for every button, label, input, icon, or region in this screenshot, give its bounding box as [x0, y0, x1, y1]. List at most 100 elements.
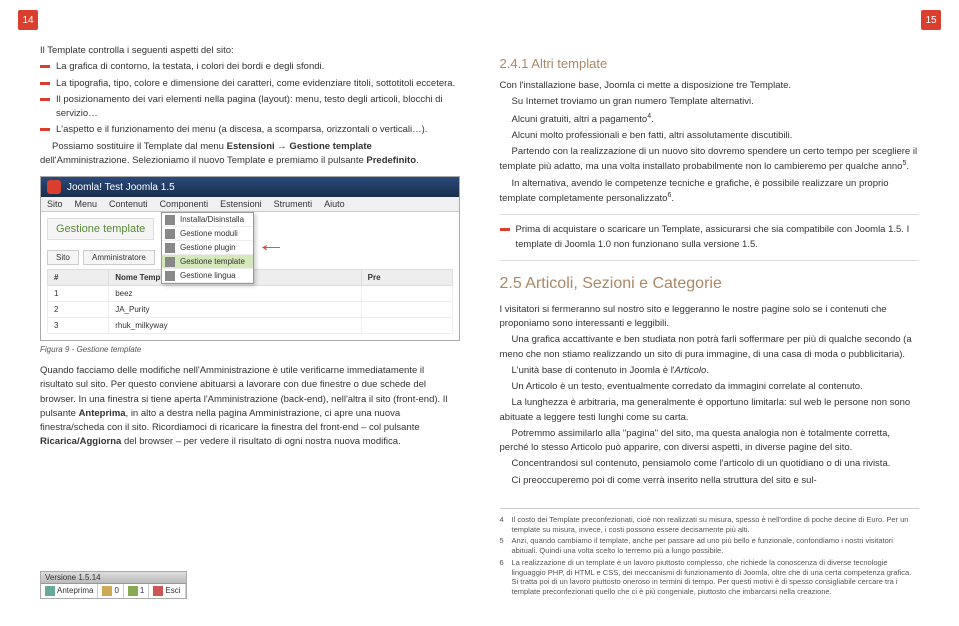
p10: Un Articolo è un testo, eventualmente co… — [500, 380, 920, 394]
page-number-right: 15 — [921, 10, 941, 30]
fn-text: Anzi, quando cambiamo il template, anche… — [512, 536, 920, 556]
menu-item[interactable]: Strumenti — [274, 199, 313, 209]
screenshot-header: Joomla! Test Joomla 1.5 — [41, 177, 459, 197]
text: . — [906, 162, 909, 173]
para-workflow: Quando facciamo delle modifiche nell'Amm… — [40, 364, 460, 450]
p8: Una grafica accattivante e ben studiata … — [500, 333, 920, 362]
bullet-icon — [40, 82, 50, 85]
user-icon — [128, 586, 138, 596]
text: Alcuni gratuiti, altri a pagamento — [512, 114, 648, 125]
user-count[interactable]: 1 — [124, 584, 149, 598]
plugin-icon — [165, 243, 175, 253]
text: dell'Amministrazione. Selezioniamo il nu… — [40, 155, 366, 166]
p6: In alternativa, avendo le competenze tec… — [500, 177, 920, 207]
joomla-logo-icon — [47, 180, 61, 194]
menu-item[interactable]: Menu — [75, 199, 98, 209]
text: Partendo con la realizzazione di un nuov… — [500, 146, 918, 172]
dropdown-item-highlighted[interactable]: Gestione template — [162, 255, 253, 269]
mail-icon — [102, 586, 112, 596]
menu-path: Estensioni → Gestione template — [227, 141, 372, 152]
bullet-1: La grafica di contorno, la testata, i co… — [56, 60, 460, 74]
button-name: Anteprima — [79, 408, 126, 419]
label: 0 — [114, 586, 118, 595]
p4: Alcuni molto professionali e ben fatti, … — [500, 129, 920, 143]
divider — [500, 214, 920, 215]
bullet-3: Il posizionamento dei vari elementi nell… — [56, 93, 460, 122]
bullet-icon — [500, 228, 510, 231]
dropdown-item[interactable]: Gestione lingua — [162, 269, 253, 283]
highlight-arrow-icon: ← — [256, 234, 286, 257]
label: Installa/Disinstalla — [180, 215, 244, 224]
table-row[interactable]: 1beez — [48, 286, 453, 302]
extensions-dropdown: Installa/Disinstalla Gestione moduli Ges… — [161, 212, 254, 284]
tab-admin[interactable]: Amministratore — [83, 250, 155, 265]
footer-toolbar-screenshot: Versione 1.5.14 Anteprima 0 1 Esci — [40, 571, 187, 599]
dropdown-item[interactable]: Gestione moduli — [162, 227, 253, 241]
intro-text: Il Template controlla i seguenti aspetti… — [40, 44, 460, 58]
menu-item[interactable]: Sito — [47, 199, 63, 209]
left-column: Il Template controlla i seguenti aspetti… — [40, 44, 460, 599]
fn-num: 4 — [500, 515, 506, 535]
table-row[interactable]: 3rhuk_milkyway — [48, 318, 453, 334]
divider — [500, 260, 920, 261]
cell: JA_Purity — [109, 302, 361, 318]
compatibility-callout: Prima di acquistare o scaricare un Templ… — [516, 223, 920, 252]
text: . — [651, 114, 654, 125]
fn-text: La realizzazione di un template è un lav… — [512, 558, 920, 597]
screenshot-body: Installa/Disinstalla Gestione moduli Ges… — [41, 212, 459, 340]
cell: 3 — [48, 318, 109, 334]
table-row[interactable]: 2JA_Purity — [48, 302, 453, 318]
text: L'unità base di contenuto in Joomla è l' — [512, 365, 675, 376]
cell: beez — [109, 286, 361, 302]
cell — [361, 286, 452, 302]
dropdown-item[interactable]: Installa/Disinstalla — [162, 213, 253, 227]
cell: 2 — [48, 302, 109, 318]
heading-altri-template: 2.4.1 Altri template — [500, 56, 920, 71]
button-name: Ricarica/Aggiorna — [40, 436, 121, 447]
text: del browser – per vedere il risultato di… — [121, 436, 400, 447]
menu-item[interactable]: Componenti — [160, 199, 209, 209]
fn-num: 6 — [500, 558, 506, 597]
logout-button[interactable]: Esci — [149, 584, 185, 598]
p12: Potremmo assimilarlo alla "pagina" del s… — [500, 427, 920, 456]
p14: Ci preoccuperemo poi di come verrà inser… — [500, 474, 920, 488]
p9: L'unità base di contenuto in Joomla è l'… — [500, 364, 920, 378]
col-pre: Pre — [361, 270, 452, 286]
label: Esci — [165, 586, 180, 595]
bullet-2: La tipografia, tipo, colore e dimensione… — [56, 77, 460, 91]
menu-item[interactable]: Contenuti — [109, 199, 148, 209]
bullet-icon — [40, 98, 50, 101]
figure-caption: Figura 9 - Gestione template — [40, 345, 460, 354]
menu-item[interactable]: Aiuto — [324, 199, 345, 209]
p3: Alcuni gratuiti, altri a pagamento4. — [500, 112, 920, 127]
label: Anteprima — [57, 586, 93, 595]
preview-button[interactable]: Anteprima — [41, 584, 98, 598]
dropdown-item[interactable]: Gestione plugin — [162, 241, 253, 255]
col-num: # — [48, 270, 109, 286]
fn-num: 5 — [500, 536, 506, 556]
text: Possiamo sostituire il Template dal menu — [52, 141, 227, 152]
template-icon — [165, 257, 175, 267]
text: . — [416, 155, 419, 166]
term: Articolo — [675, 365, 707, 376]
screenshot-menubar: Sito Menu Contenuti Componenti Estension… — [41, 197, 459, 212]
text: In alternativa, avendo le competenze tec… — [500, 178, 889, 204]
menu-item[interactable]: Estensioni — [220, 199, 262, 209]
label: Gestione plugin — [180, 243, 236, 252]
tab-site[interactable]: Sito — [47, 250, 79, 265]
app-title: Joomla! Test Joomla 1.5 — [67, 182, 175, 193]
language-icon — [165, 271, 175, 281]
site-title: Test Joomla 1.5 — [105, 182, 175, 193]
cell: rhuk_milkyway — [109, 318, 361, 334]
bullet-icon — [40, 65, 50, 68]
cell — [361, 318, 452, 334]
module-icon — [165, 229, 175, 239]
bullet-icon — [40, 128, 50, 131]
mail-count[interactable]: 0 — [98, 584, 123, 598]
para-template-substitute: Possiamo sostituire il Template dal menu… — [40, 140, 460, 169]
preview-icon — [45, 586, 55, 596]
cell: 1 — [48, 286, 109, 302]
heading-articoli: 2.5 Articoli, Sezioni e Categorie — [500, 275, 920, 293]
p2: Su Internet troviamo un gran numero Temp… — [500, 95, 920, 109]
fn-text: Il costo dei Template preconfezionati, c… — [512, 515, 920, 535]
